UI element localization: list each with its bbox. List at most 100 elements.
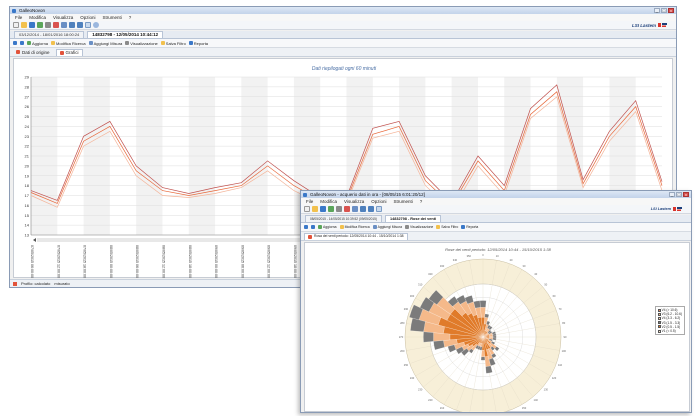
back-button[interactable] [13,41,17,45]
arrow-left-icon[interactable] [69,22,75,28]
minimize-button[interactable]: _ [654,8,660,13]
rose-angle-label: 210 [440,406,445,410]
help-icon[interactable] [93,22,99,28]
doc-tab-active-2[interactable]: 14832798 - Rose dei venti [385,215,442,222]
menu-modifica[interactable]: Modifica [29,14,46,21]
rose-angle-label: 50 [544,282,547,286]
legend-item: V1 (< 0.5) [657,329,682,333]
rose-title: Rose dei venti periodo: 12/05/2014 10:44… [445,247,551,252]
add-measure-button-2[interactable]: Aggiungi Misura [372,225,402,229]
save-icon[interactable] [320,206,326,212]
save-filter-button[interactable]: Salva Filtro [160,41,186,46]
minimize-button-2[interactable]: _ [669,192,675,197]
export-icon[interactable] [376,206,382,212]
rose-angle-label: 70 [559,307,562,311]
delete-icon[interactable] [53,22,59,28]
view-button-2[interactable]: Visualizzazione [404,225,433,229]
view-button[interactable]: Visualizzazione [125,41,158,46]
tab-charts[interactable]: Grafici [55,48,83,56]
menu-visualizza-2[interactable]: Visualizza [344,198,364,205]
menu-opzioni-2[interactable]: Opzioni [371,198,386,205]
arrow-right-icon[interactable] [368,206,374,212]
doc-tab-active[interactable]: 14832798 - 12/05/2014 10:44:12 [87,31,164,38]
tab-wind-rose[interactable]: Rosa dei venti periodo: 12/05/2014 10:44… [304,232,408,240]
maximize-button[interactable]: □ [661,8,667,13]
edit-range-button-2[interactable]: Modifica Ricerca [339,225,370,229]
rose-angle-label: 120 [552,376,557,380]
menu-help-2[interactable]: ? [420,198,423,205]
y-tick-label: 28 [25,84,30,89]
rose-segment [492,335,497,339]
view-tabs: Dati di origine Grafici [10,48,676,57]
report-button[interactable]: Reporta [188,41,208,46]
close-button-2[interactable]: x [683,192,689,197]
y-tick-label: 20 [25,163,30,168]
view-tabs-2: Rosa dei venti periodo: 12/05/2014 10:44… [301,232,691,241]
forward-button[interactable] [20,41,24,45]
window-controls-2: _ □ x [669,192,689,197]
add-measure-button[interactable]: Aggiungi Misura [88,41,122,46]
back-button-2[interactable] [304,225,308,229]
rose-angle-label: 250 [404,363,409,367]
x-tick-label: 07/05/2015 18:00:00 [83,245,87,278]
refresh-icon[interactable] [37,22,43,28]
y-tick-label: 14 [25,223,30,228]
status-measure: misurato [54,280,70,286]
update-button-2[interactable]: Aggiorna [318,225,337,229]
settings-icon[interactable] [45,22,51,28]
arrow-right-icon[interactable] [77,22,83,28]
rose-angle-label: 320 [428,272,433,276]
settings-icon[interactable] [336,206,342,212]
menu-modifica-2[interactable]: Modifica [320,198,337,205]
y-tick-label: 25 [25,114,30,119]
x-tick-label: 08/05/2015 06:00:00 [135,245,139,278]
x-tick-label: 09/05/2015 06:00:00 [240,245,244,278]
rose-angle-label: 40 [534,272,537,276]
open-icon[interactable] [21,22,27,28]
chart-toolbar-2: Aggiorna Modifica Ricerca Aggiungi Misur… [301,223,691,232]
rose-angle-label: 160 [509,412,514,413]
arrow-left-icon[interactable] [360,206,366,212]
maximize-button-2[interactable]: □ [676,192,682,197]
save-filter-button-2[interactable]: Salva Filtro [436,225,458,229]
export-icon[interactable] [85,22,91,28]
rose-angle-label: 350 [467,254,472,258]
rose-angle-label: 30 [523,264,526,268]
grid-icon[interactable] [352,206,358,212]
grid-icon[interactable] [61,22,67,28]
rose-angle-label: 20 [510,258,513,262]
open-icon[interactable] [312,206,318,212]
doc-tab-range-2[interactable]: 08/05/2015 - 14/05/2015 10:39:52 (09/05/… [305,215,382,222]
wind-rose-panel: Rose dei venti periodo: 12/05/2014 10:44… [304,242,690,412]
delete-icon[interactable] [344,206,350,212]
menu-strumenti[interactable]: Strumenti [102,14,121,21]
tab-source-data[interactable]: Dati di origine [13,49,53,56]
new-icon[interactable] [304,206,310,212]
close-button[interactable]: x [668,8,674,13]
y-tick-label: 19 [25,173,30,178]
window-title: GalleoNovon [19,8,46,13]
x-tick-label: 09/05/2015 00:00:00 [214,245,218,278]
refresh-icon[interactable] [328,206,334,212]
edit-range-button[interactable]: Modifica Ricerca [51,41,86,46]
save-icon[interactable] [29,22,35,28]
menu-visualizza[interactable]: Visualizza [53,14,73,21]
menu-help[interactable]: ? [129,14,132,21]
chart-toolbar: Aggiorna Modifica Ricerca Aggiungi Misur… [10,39,676,48]
rose-angle-label: 270 [399,335,404,339]
doc-tab-range[interactable]: 03/12/2014 - 18/01/2016 18:00:24 [14,31,85,38]
menu-file-2[interactable]: File [306,198,313,205]
report-button-2[interactable]: Reporta [461,225,478,229]
menu-file[interactable]: File [15,14,22,21]
app-icon-2 [303,192,307,197]
menu-strumenti-2[interactable]: Strumenti [393,198,412,205]
forward-button-2[interactable] [311,225,315,229]
x-tick-label: 07/05/2015 06:00:00 [30,245,34,278]
update-button[interactable]: Aggiorna [27,41,48,46]
x-tick-label: 07/05/2015 12:00:00 [56,245,60,278]
menu-opzioni[interactable]: Opzioni [80,14,95,21]
y-tick-label: 16 [25,203,30,208]
new-icon[interactable] [13,22,19,28]
rose-angle-label: 140 [534,398,539,402]
toolbar [10,21,676,30]
